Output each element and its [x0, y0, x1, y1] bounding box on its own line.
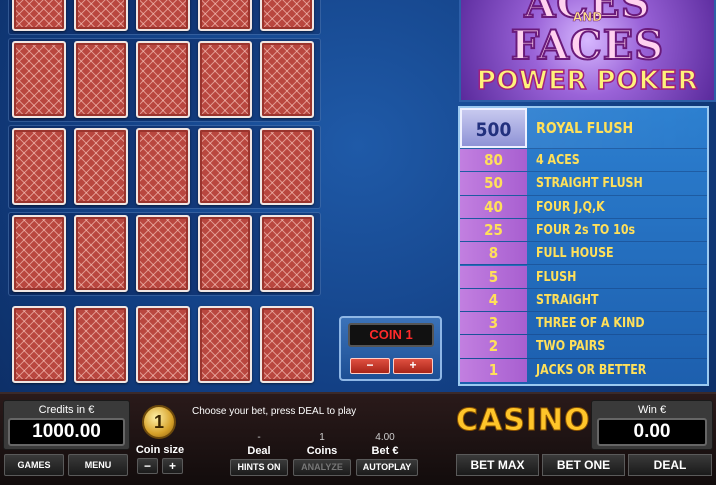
card-back — [12, 128, 66, 205]
coin-size-label: Coin size — [135, 444, 185, 456]
pay-value: 5 — [460, 265, 527, 288]
card-back — [74, 215, 128, 292]
pay-hand-name: STRAIGHT FLUSH — [536, 176, 643, 192]
coins-label: Coins — [306, 445, 338, 457]
logo-faces-text: FACES — [510, 21, 665, 70]
pay-row-4-aces: 80 4 ACES — [460, 149, 707, 173]
pay-row-two-pairs: 2 TWO PAIRS — [460, 335, 707, 359]
pay-hand-name: FLUSH — [536, 269, 577, 285]
pay-value: 80 — [460, 149, 527, 172]
logo-power-poker-text: POWER POKER — [476, 65, 699, 97]
pay-row-straight: 4 STRAIGHT — [460, 288, 707, 313]
bet-value: 4.00 — [375, 432, 395, 443]
credits-value: 1000.00 — [8, 418, 125, 446]
card-back — [260, 215, 314, 292]
pay-row-royal-flush: 500 ROYAL FLUSH — [460, 108, 707, 149]
pay-hand-name: JACKS OR BETTER — [536, 362, 647, 378]
hints-toggle-button[interactable]: HINTS ON — [230, 459, 288, 476]
pay-table: 500 ROYAL FLUSH 80 4 ACES 50 STRAIGHT FL… — [458, 106, 709, 386]
pay-row-four-jqk: 40 FOUR J,Q,K — [460, 195, 707, 219]
card-back — [12, 215, 66, 292]
card-back — [74, 128, 128, 205]
card-back — [260, 41, 314, 118]
card-back — [74, 0, 128, 31]
pay-row-flush: 5 FLUSH — [460, 265, 707, 289]
bet-label: Bet € — [371, 445, 399, 457]
deal-count-label: Deal — [247, 445, 271, 457]
win-label: Win € — [637, 404, 667, 416]
pay-hand-name: THREE OF A KIND — [536, 316, 645, 332]
pay-row-straight-flush: 50 STRAIGHT FLUSH — [460, 172, 707, 196]
card-back — [12, 0, 66, 31]
casino-brand-logo: CASINO — [456, 403, 591, 439]
pay-value: 2 — [460, 335, 527, 358]
win-value: 0.00 — [597, 418, 707, 446]
coin-size-plus-button[interactable]: + — [162, 458, 183, 474]
pay-value: 25 — [460, 218, 527, 242]
bet-one-button[interactable]: BET ONE — [542, 454, 625, 476]
coin-size-minus-button[interactable]: − — [137, 458, 158, 474]
card-back — [136, 41, 190, 118]
status-message: Choose your bet, press DEAL to play — [192, 406, 357, 417]
card-back — [136, 128, 190, 205]
coin-selector: COIN 1 − + — [339, 316, 442, 381]
card-back — [198, 128, 252, 205]
games-button[interactable]: GAMES — [4, 454, 64, 476]
main-hand-card-3[interactable] — [136, 306, 190, 383]
coin-size-icon: 1 — [142, 405, 176, 439]
pay-hand-name: TWO PAIRS — [536, 339, 606, 355]
pay-hand-name: FOUR 2s TO 10s — [536, 222, 636, 238]
pay-row-full-house: 8 FULL HOUSE — [460, 242, 707, 266]
pay-row-three-of-a-kind: 3 THREE OF A KIND — [460, 312, 707, 336]
card-back — [198, 0, 252, 31]
card-back — [198, 215, 252, 292]
card-back — [136, 215, 190, 292]
pay-hand-name: STRAIGHT — [536, 292, 599, 308]
card-back — [12, 41, 66, 118]
coin-plus-button[interactable]: + — [393, 358, 433, 374]
main-hand-card-4[interactable] — [198, 306, 252, 383]
pay-value: 50 — [460, 172, 527, 195]
pay-value: 1 — [460, 358, 527, 382]
game-logo: ACES AND FACES POWER POKER — [459, 0, 716, 102]
menu-button[interactable]: MENU — [68, 454, 128, 476]
main-hand-card-5[interactable] — [260, 306, 314, 383]
card-back — [136, 0, 190, 31]
pay-value: 8 — [460, 242, 527, 265]
pay-row-jacks-or-better: 1 JACKS OR BETTER — [460, 358, 707, 382]
pay-hand-name: ROYAL FLUSH — [536, 119, 634, 137]
pay-value: 40 — [460, 195, 527, 218]
coins-value: 1 — [319, 432, 325, 443]
main-hand-card-2[interactable] — [74, 306, 128, 383]
card-back — [260, 0, 314, 31]
deal-count-value: - — [257, 432, 261, 443]
pay-value: 500 — [460, 108, 527, 148]
card-back — [198, 41, 252, 118]
pay-hand-name: FULL HOUSE — [536, 246, 614, 262]
pay-value: 4 — [460, 288, 527, 312]
card-back — [74, 41, 128, 118]
card-back — [260, 128, 314, 205]
coin-minus-button[interactable]: − — [350, 358, 390, 374]
autoplay-button[interactable]: AUTOPLAY — [356, 459, 418, 476]
main-hand-card-1[interactable] — [12, 306, 66, 383]
pay-row-four-2s-to-10s: 25 FOUR 2s TO 10s — [460, 218, 707, 243]
pay-hand-name: 4 ACES — [536, 153, 580, 168]
analyze-button[interactable]: ANALYZE — [293, 459, 351, 476]
deal-button[interactable]: DEAL — [628, 454, 712, 476]
credits-label: Credits in € — [38, 404, 95, 416]
bet-max-button[interactable]: BET MAX — [456, 454, 539, 476]
pay-value: 3 — [460, 312, 527, 335]
pay-hand-name: FOUR J,Q,K — [536, 199, 605, 215]
coin-display: COIN 1 — [348, 323, 434, 347]
